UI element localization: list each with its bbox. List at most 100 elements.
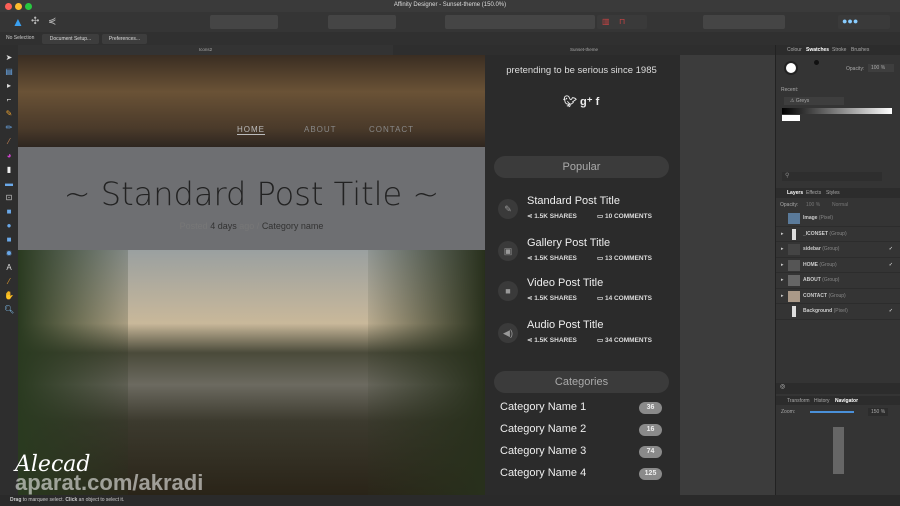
layer-options-icon[interactable]: ◎ <box>780 384 785 390</box>
post-title: ~ Standard Post Title ~ <box>63 175 440 213</box>
rounded-rect-tool-icon[interactable]: ■ <box>4 235 14 245</box>
tab-colour[interactable]: Colour <box>787 47 802 53</box>
layer-opacity-field[interactable]: 100 % <box>806 202 820 208</box>
fill-tool-icon[interactable]: ◕ <box>4 151 14 161</box>
place-image-tool-icon[interactable]: ▬ <box>4 179 14 189</box>
canvas[interactable]: HOME ABOUT CONTACT ~ Standard Post Title… <box>18 55 485 495</box>
snapping-buttons[interactable]: ▥ ⊓ <box>597 15 647 29</box>
palette-select[interactable]: ⚠ Greys <box>784 97 844 105</box>
layer-row[interactable]: Background (Pixel) ✓ <box>776 304 900 320</box>
category-name[interactable]: Category Name 3 <box>500 445 586 457</box>
eyedropper-tool-icon[interactable]: ⁄ <box>4 277 14 287</box>
tab-navigator[interactable]: Navigator <box>835 398 858 404</box>
pixel-persona-icon[interactable]: ✣ <box>31 16 39 27</box>
grey-swatches[interactable] <box>782 108 892 114</box>
grid-icon[interactable]: ▥ <box>602 17 610 26</box>
twitter-icon[interactable]: 🐦︎ <box>563 96 577 108</box>
tab-styles[interactable]: Styles <box>826 190 840 196</box>
nav-contact[interactable]: CONTACT <box>369 125 414 134</box>
transparency-tool-icon[interactable]: ▮ <box>4 165 14 175</box>
layer-row[interactable]: ▸ sidebar (Group) ✓ <box>776 242 900 258</box>
popular-post[interactable]: ■ Video Post Title ⋖ 1.5K SHARES ▭ 14 CO… <box>494 277 669 313</box>
visible-check-icon: ✓ <box>888 308 893 314</box>
maximize-window-button[interactable] <box>25 3 32 10</box>
node-tool-icon[interactable]: ▸ <box>4 81 14 91</box>
blend-mode-select[interactable]: Normal <box>832 202 848 208</box>
export-persona-icon[interactable]: ⋞ <box>48 16 56 27</box>
category-item[interactable]: Category Name 1 36 <box>500 401 662 417</box>
tagline: pretending to be serious since 1985 <box>506 65 657 76</box>
zoom-slider[interactable] <box>810 411 854 413</box>
align-buttons[interactable] <box>328 15 396 29</box>
layer-row[interactable]: ▸ HOME (Group) ✓ <box>776 258 900 273</box>
audio-icon: ◀) <box>498 323 518 343</box>
post-title[interactable]: Audio Post Title <box>527 319 603 331</box>
post-comments: ▭ 10 COMMENTS <box>597 213 652 220</box>
tab-history[interactable]: History <box>814 398 830 404</box>
stroke-colour-well[interactable] <box>814 60 819 65</box>
popular-post[interactable]: ◀) Audio Post Title ⋖ 1.5K SHARES ▭ 34 C… <box>494 319 669 355</box>
white-swatches[interactable] <box>782 115 800 121</box>
tab-sunset-theme[interactable]: Sunset-theme <box>393 45 775 55</box>
fill-colour-well[interactable] <box>784 61 798 75</box>
category-item[interactable]: Category Name 3 74 <box>500 445 662 461</box>
designer-persona-icon[interactable]: ▲ <box>12 15 24 29</box>
tab-swatches[interactable]: Swatches <box>806 47 829 53</box>
tab-effects[interactable]: Effects <box>806 190 821 196</box>
nav-home[interactable]: HOME <box>237 125 265 135</box>
crop-tool-icon[interactable]: ⊡ <box>4 193 14 203</box>
close-window-button[interactable] <box>5 3 12 10</box>
navigator-preview[interactable] <box>833 427 844 474</box>
category-item[interactable]: Category Name 4 125 <box>500 467 662 483</box>
category-name[interactable]: Category Name 4 <box>500 467 586 479</box>
author-name <box>485 55 680 63</box>
brush-tool-icon[interactable]: ⁄ <box>4 137 14 147</box>
tab-icons2[interactable]: Icons2 <box>18 45 393 55</box>
google-plus-icon[interactable]: g⁺ <box>580 96 593 108</box>
facebook-icon[interactable]: f <box>596 96 600 108</box>
studio-buttons[interactable]: ●●● <box>838 15 890 29</box>
shape-tool-icon[interactable]: ✹ <box>4 249 14 259</box>
layer-row[interactable]: ▸ CONTACT (Group) <box>776 289 900 304</box>
arrange-buttons[interactable] <box>210 15 278 29</box>
meta-category[interactable]: Category name <box>262 221 324 231</box>
text-tool-icon[interactable]: A <box>4 263 14 273</box>
boolean-buttons[interactable] <box>703 15 785 29</box>
studio-icon[interactable]: ●●● <box>842 16 858 26</box>
swatch-search[interactable]: ⚲ <box>782 172 882 181</box>
navigator-tabs: Transform History Navigator <box>776 396 900 405</box>
document-setup-button[interactable]: Document Setup... <box>42 34 99 44</box>
post-title[interactable]: Gallery Post Title <box>527 237 610 249</box>
layer-row[interactable]: ▸ ABOUT (Group) <box>776 273 900 289</box>
hand-tool-icon[interactable]: ✋ <box>4 291 14 301</box>
post-comments: ▭ 13 COMMENTS <box>597 255 652 262</box>
nav-about[interactable]: ABOUT <box>304 125 337 134</box>
tab-brushes[interactable]: Brushes <box>851 47 869 53</box>
minimize-window-button[interactable] <box>15 3 22 10</box>
ellipse-tool-icon[interactable]: ● <box>4 221 14 231</box>
transform-buttons[interactable] <box>445 15 595 29</box>
tab-transform[interactable]: Transform <box>787 398 810 404</box>
corner-tool-icon[interactable]: ⌐ <box>4 95 14 105</box>
popular-post[interactable]: ▣ Gallery Post Title ⋖ 1.5K SHARES ▭ 13 … <box>494 237 669 273</box>
pen-tool-icon[interactable]: ✎ <box>4 109 14 119</box>
rectangle-tool-icon[interactable]: ■ <box>4 207 14 217</box>
category-item[interactable]: Category Name 2 16 <box>500 423 662 439</box>
snapping-magnet-icon[interactable]: ⊓ <box>619 17 625 26</box>
category-name[interactable]: Category Name 1 <box>500 401 586 413</box>
move-tool-icon[interactable]: ➤ <box>4 53 14 63</box>
zoom-field[interactable]: 150 % <box>868 408 889 416</box>
popular-post[interactable]: ✎ Standard Post Title ⋖ 1.5K SHARES ▭ 10… <box>494 195 669 231</box>
zoom-tool-icon[interactable]: 🔍︎ <box>4 305 14 315</box>
preferences-button[interactable]: Preferences... <box>102 34 147 44</box>
tab-stroke[interactable]: Stroke <box>832 47 846 53</box>
opacity-field[interactable]: 100 % <box>868 64 894 72</box>
post-title[interactable]: Video Post Title <box>527 277 603 289</box>
layer-row[interactable]: Image (Pixel) <box>776 211 900 227</box>
pencil-tool-icon[interactable]: ✏ <box>4 123 14 133</box>
artboard-tool-icon[interactable]: ▤ <box>4 67 14 77</box>
layer-row[interactable]: ▸ _ICONSET (Group) <box>776 227 900 242</box>
post-title[interactable]: Standard Post Title <box>527 195 620 207</box>
tab-layers[interactable]: Layers <box>787 190 803 196</box>
category-name[interactable]: Category Name 2 <box>500 423 586 435</box>
